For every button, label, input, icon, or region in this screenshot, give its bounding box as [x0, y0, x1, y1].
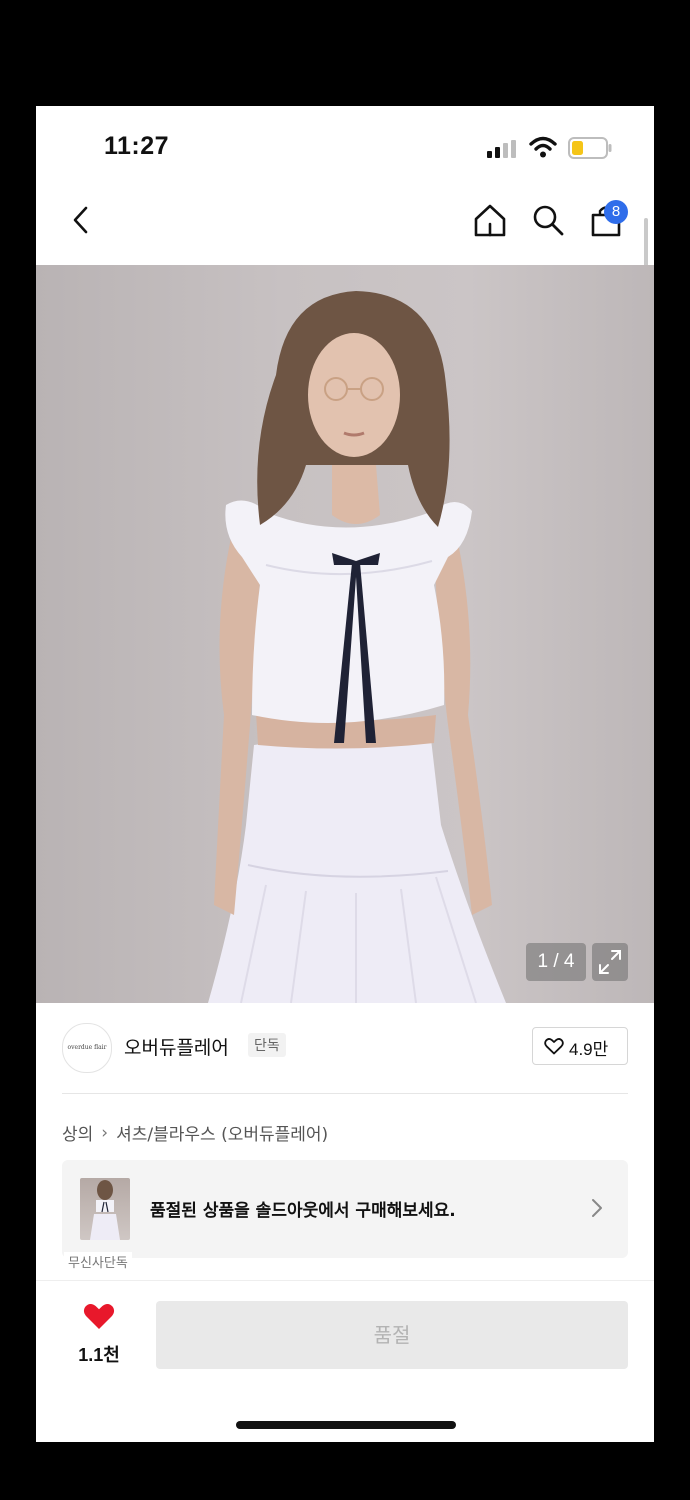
battery-icon	[568, 137, 612, 159]
brand-row: overdue flair 오버듀플레어 단독 4.9만	[36, 1003, 654, 1093]
brand-like-count: 4.9만	[569, 1040, 609, 1059]
breadcrumb: 상의 › 셔츠/블라우스 (오버듀플레어)	[62, 1120, 328, 1146]
product-image[interactable]: 1 / 4	[36, 265, 654, 1003]
brand-like-button[interactable]: 4.9만	[532, 1027, 628, 1065]
heart-outline-icon	[544, 1038, 564, 1055]
breadcrumb-subcategory[interactable]: 셔츠/블라우스 (오버듀플레어)	[116, 1125, 328, 1145]
brand-name[interactable]: 오버듀플레어	[124, 1033, 229, 1060]
chevron-right-icon	[592, 1199, 602, 1217]
bottom-action-bar: 1.1천 품절	[36, 1280, 654, 1442]
chevron-right-icon: ›	[101, 1122, 109, 1143]
wishlist-count: 1.1천	[78, 1345, 120, 1365]
promo-thumbnail	[80, 1178, 130, 1240]
image-page-counter: 1 / 4	[526, 943, 586, 981]
wishlist-button[interactable]: 1.1천	[76, 1301, 122, 1367]
home-icon[interactable]	[472, 202, 508, 238]
expand-icon[interactable]	[592, 943, 628, 981]
wifi-icon	[529, 136, 557, 158]
heart-filled-icon	[83, 1303, 115, 1329]
product-photo-illustration	[208, 291, 506, 1003]
cart-count-badge: 8	[604, 200, 628, 224]
section-divider	[62, 1093, 628, 1094]
brand-logo[interactable]: overdue flair	[62, 1023, 112, 1073]
home-indicator[interactable]	[236, 1421, 456, 1429]
search-icon[interactable]	[530, 202, 566, 238]
top-nav-bar: 8	[36, 176, 654, 264]
phone-screen: 11:27 8 1 / 4 overdue flair 오버듀플레어 단독 4.…	[36, 106, 654, 1442]
cellular-signal-icon	[487, 140, 516, 158]
chevron-left-icon[interactable]	[64, 202, 100, 238]
status-bar: 11:27	[36, 106, 654, 176]
soldout-button[interactable]: 품절	[156, 1301, 628, 1369]
status-time: 11:27	[104, 132, 170, 160]
breadcrumb-category[interactable]: 상의	[62, 1125, 93, 1145]
exclusive-badge: 단독	[248, 1033, 286, 1057]
promo-text: 품절된 상품을 솔드아웃에서 구매해보세요.	[150, 1201, 456, 1221]
musinsa-exclusive-tag: 무신사단독	[64, 1252, 132, 1271]
soldout-promo-banner[interactable]: 품절된 상품을 솔드아웃에서 구매해보세요.	[62, 1160, 628, 1258]
